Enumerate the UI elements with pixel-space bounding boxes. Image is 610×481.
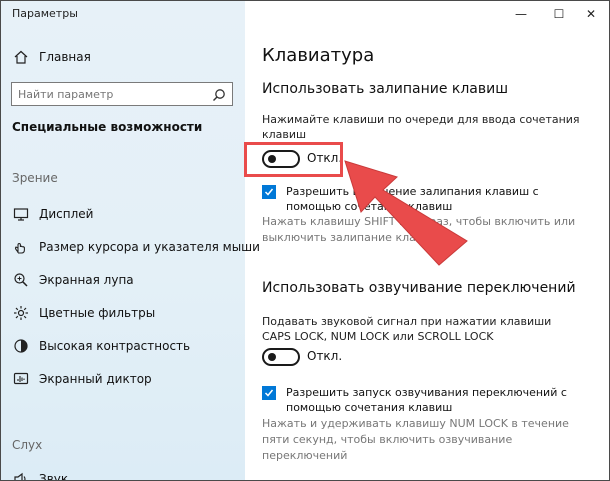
check-icon <box>264 188 274 196</box>
speaker-icon <box>13 471 29 480</box>
sidebar-item-label: Экранный диктор <box>39 372 152 386</box>
check-icon <box>264 389 274 397</box>
sidebar-item-label: Дисплей <box>39 207 94 221</box>
sticky-keys-shortcut-checkbox[interactable] <box>262 185 276 199</box>
sidebar-item-label: Главная <box>39 50 91 64</box>
group-label-hearing: Слух <box>12 438 43 452</box>
toggle-keys-heading: Использовать озвучивание переключений <box>262 280 576 296</box>
search-box[interactable] <box>11 82 233 106</box>
toggle-keys-hint: Нажать и удерживать клавишу NUM LOCK в т… <box>262 417 569 462</box>
sidebar-item-sound[interactable]: Звук <box>1 464 245 481</box>
sidebar-item-label: Размер курсора и указателя мыши <box>39 240 260 254</box>
window-title: Параметры <box>12 7 78 20</box>
settings-window: Параметры Главная Специальные возможност… <box>0 0 610 481</box>
search-input[interactable] <box>18 85 198 103</box>
sidebar-item-label: Экранная лупа <box>39 273 134 287</box>
toggle-knob <box>268 353 276 361</box>
main-content: Клавиатура Использовать залипание клавиш… <box>245 1 609 480</box>
display-icon <box>13 206 29 222</box>
sidebar-item-label: Высокая контрастность <box>39 339 191 353</box>
sidebar-item-cursor[interactable]: Размер курсора и указателя мыши <box>1 232 260 262</box>
annotation-highlight-box <box>244 142 343 177</box>
toggle-keys-shortcut-label: Разрешить запуск озвучивания переключени… <box>286 386 567 414</box>
sidebar-item-color-filters[interactable]: Цветные фильтры <box>1 298 245 328</box>
sidebar-item-magnifier[interactable]: Экранная лупа <box>1 265 245 295</box>
sidebar-item-display[interactable]: Дисплей <box>1 199 245 229</box>
toggle-keys-description: Подавать звуковой сигнал при нажатии кла… <box>262 315 552 343</box>
sidebar-item-label: Звук <box>39 472 69 481</box>
color-filter-icon <box>13 305 29 321</box>
sidebar-item-home[interactable]: Главная <box>1 42 245 72</box>
section-title: Специальные возможности <box>12 120 203 134</box>
sticky-keys-hint: Нажать клавишу SHIFT пять раз, чтобы вкл… <box>262 215 576 244</box>
sticky-keys-shortcut-label: Разрешить включение залипания клавиш с п… <box>286 185 539 213</box>
high-contrast-icon <box>13 338 29 354</box>
group-label-vision: Зрение <box>12 171 58 185</box>
sidebar-item-label: Цветные фильтры <box>39 306 156 320</box>
sidebar-item-narrator[interactable]: Экранный диктор <box>1 364 245 394</box>
toggle-keys-toggle[interactable] <box>262 348 300 366</box>
narrator-icon <box>13 371 29 387</box>
cursor-icon <box>13 239 29 255</box>
magnifier-icon <box>13 272 29 288</box>
sticky-keys-heading: Использовать залипание клавиш <box>262 81 509 97</box>
search-icon[interactable] <box>212 87 226 101</box>
toggle-keys-shortcut-checkbox[interactable] <box>262 386 276 400</box>
sticky-keys-description: Нажимайте клавиши по очереди для ввода с… <box>262 113 580 141</box>
home-icon <box>13 49 29 65</box>
page-title: Клавиатура <box>262 45 375 66</box>
sidebar: Параметры Главная Специальные возможност… <box>1 1 260 481</box>
sidebar-item-high-contrast[interactable]: Высокая контрастность <box>1 331 245 361</box>
toggle-keys-toggle-label: Откл. <box>307 349 343 363</box>
